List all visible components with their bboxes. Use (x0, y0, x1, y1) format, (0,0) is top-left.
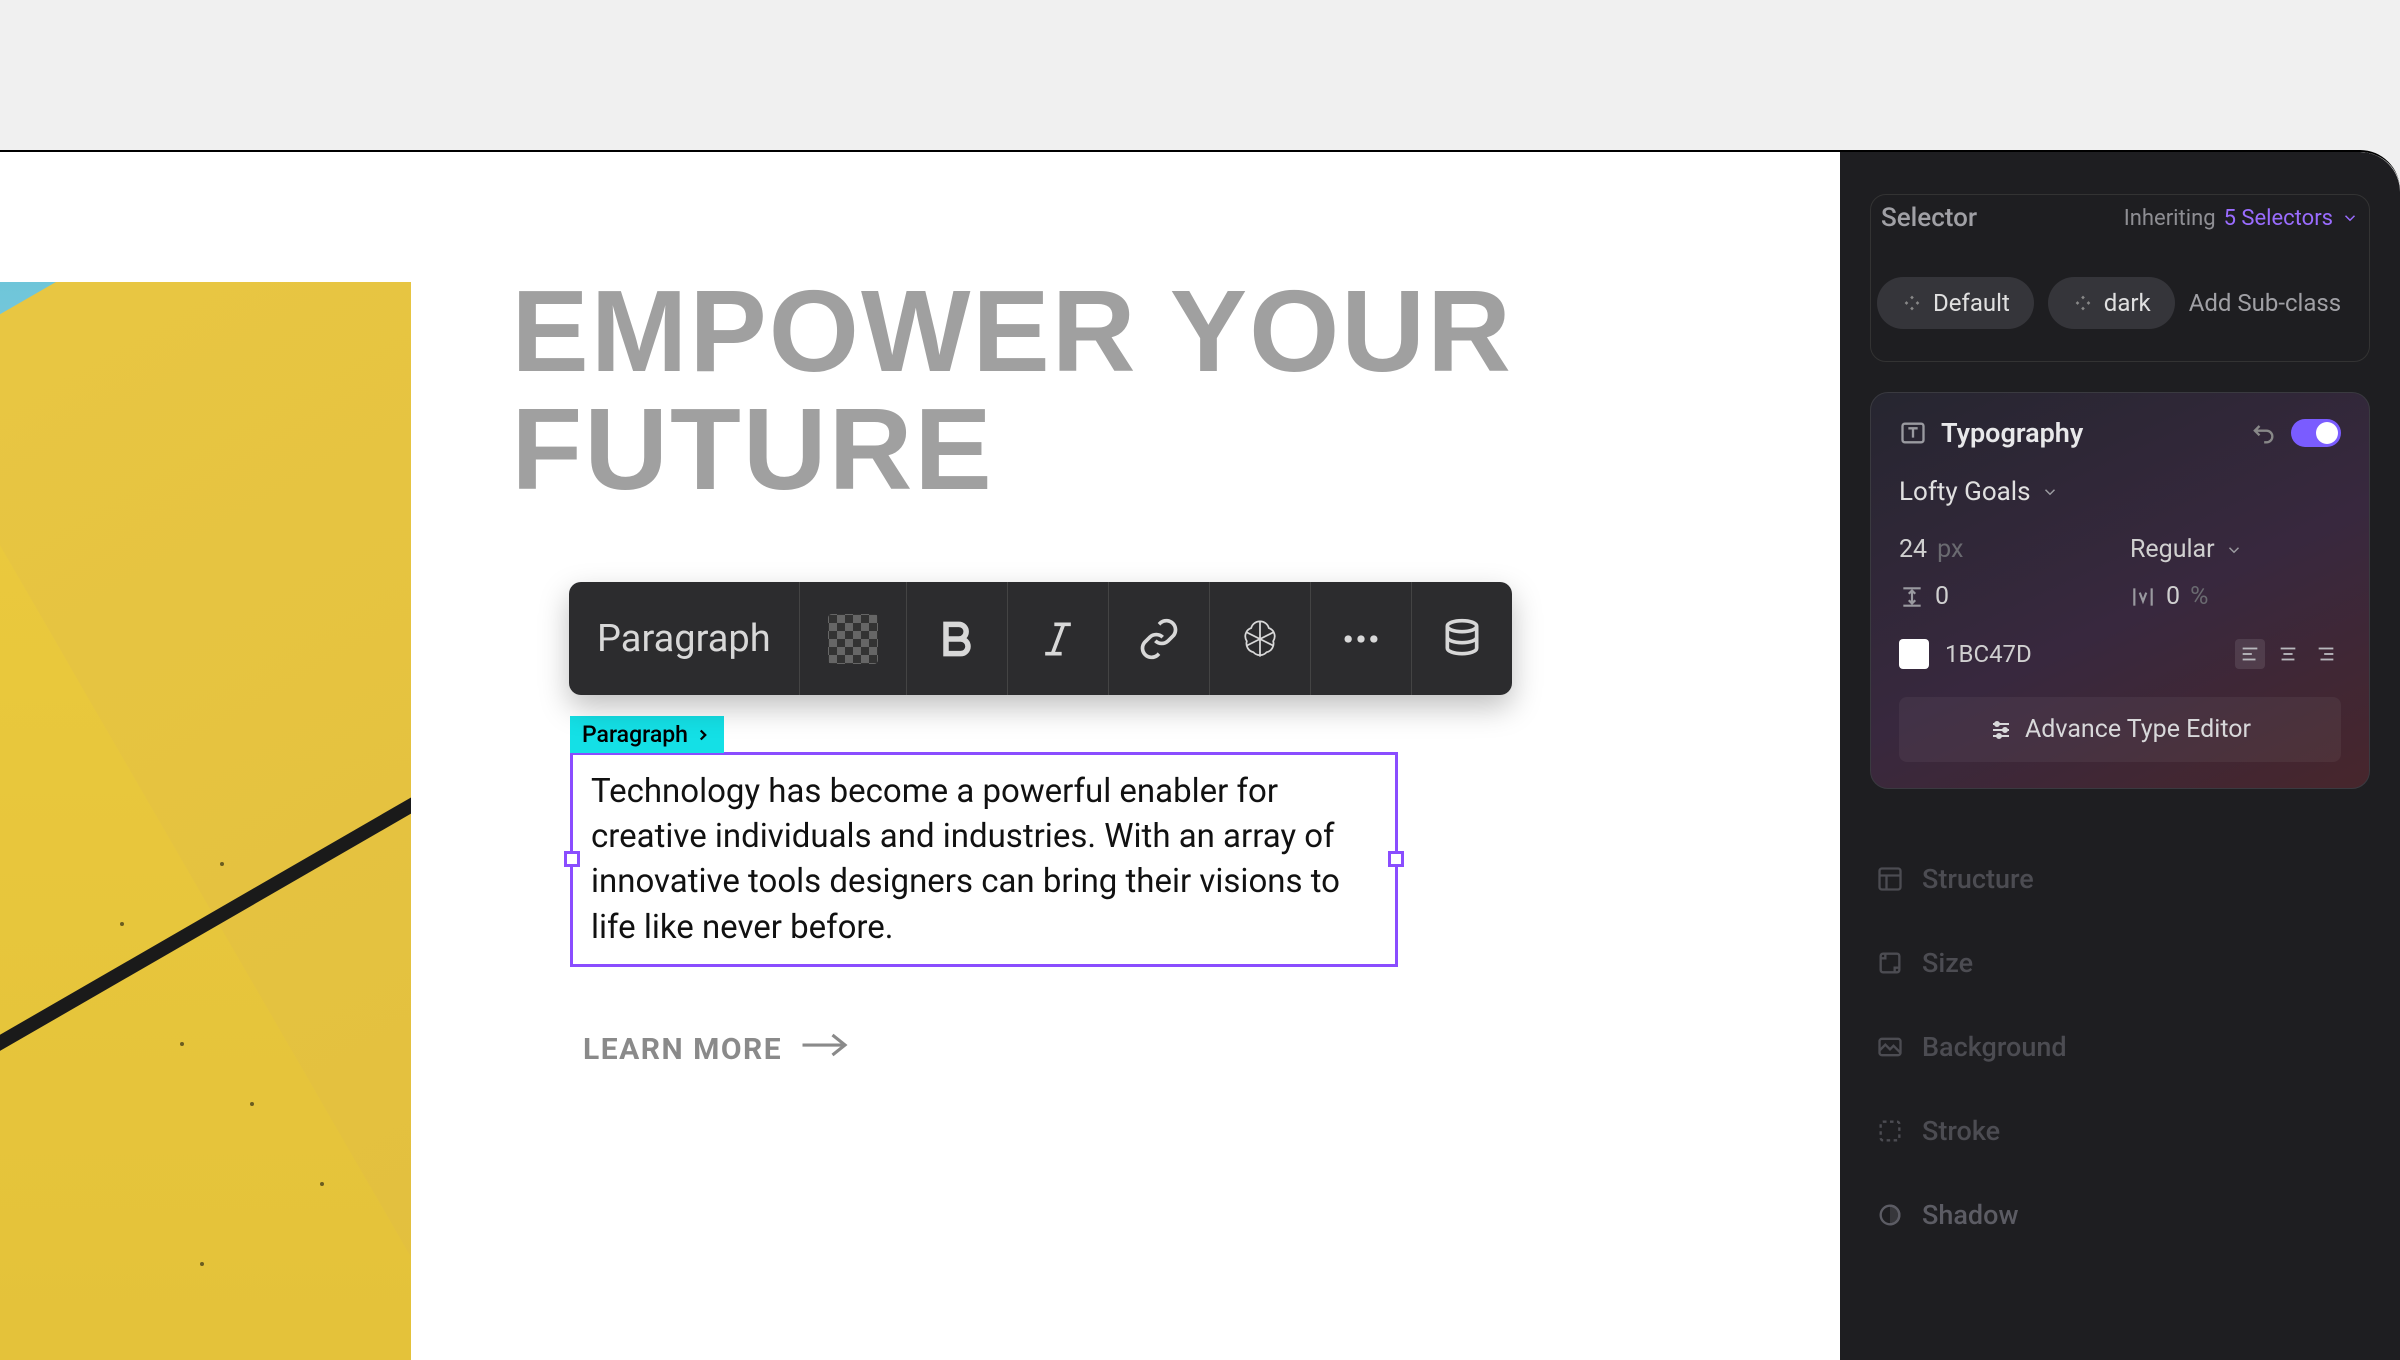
arrows-icon (2072, 292, 2094, 314)
toolbar-ai[interactable] (1210, 582, 1311, 695)
learn-more-label: LEARN MORE (583, 1032, 782, 1067)
arrows-icon (1901, 292, 1923, 314)
shadow-section[interactable]: Shadow (1870, 1173, 2370, 1257)
typography-toggle[interactable] (2291, 419, 2341, 447)
chevron-right-icon (694, 726, 712, 744)
toolbar-bold[interactable] (907, 582, 1008, 695)
toolbar-link[interactable] (1109, 582, 1210, 695)
typography-panel: Typography Lofty Goals 24 px Regular (1870, 392, 2370, 789)
background-icon (1876, 1033, 1904, 1061)
selector-chips: Default dark Add Sub-class (1877, 253, 2363, 361)
paragraph-text[interactable]: Technology has become a powerful enabler… (591, 769, 1377, 950)
selector-title: Selector (1881, 203, 1977, 233)
align-center-button[interactable] (2273, 639, 2303, 669)
color-hex[interactable]: 1BC47D (1945, 640, 2032, 668)
selector-panel: Selector Inheriting 5 Selectors Default (1870, 194, 2370, 362)
inheriting-indicator[interactable]: Inheriting 5 Selectors (2124, 206, 2359, 231)
learn-more-link[interactable]: LEARN MORE (583, 1030, 850, 1068)
text-edit-toolbar: Paragraph (569, 582, 1512, 695)
toolbar-more[interactable] (1311, 582, 1412, 695)
line-height-icon (1899, 584, 1925, 610)
structure-icon (1876, 865, 1904, 893)
toolbar-italic[interactable] (1008, 582, 1109, 695)
selector-chip-dark[interactable]: dark (2048, 277, 2175, 329)
arrow-right-icon (800, 1030, 850, 1068)
align-left-button[interactable] (2235, 639, 2265, 669)
letter-spacing-icon (2130, 584, 2156, 610)
selector-chip-default[interactable]: Default (1877, 277, 2034, 329)
color-swatch[interactable] (1899, 639, 1929, 669)
undo-icon[interactable] (2249, 419, 2277, 447)
resize-handle-right[interactable] (1388, 851, 1404, 867)
chevron-down-icon (2225, 541, 2243, 559)
inspector-sidebar: Selector Inheriting 5 Selectors Default (1840, 152, 2400, 1360)
ai-icon (1238, 617, 1282, 661)
toolbar-color[interactable] (800, 582, 907, 695)
stroke-icon (1876, 1117, 1904, 1145)
more-icon (1339, 617, 1383, 661)
selected-paragraph-element[interactable]: Paragraph Technology has become a powerf… (570, 752, 1398, 967)
italic-icon (1036, 617, 1080, 661)
selection-tag[interactable]: Paragraph (570, 716, 724, 753)
database-icon (1440, 617, 1484, 661)
color-checker-icon (828, 614, 878, 664)
background-section[interactable]: Background (1870, 1005, 2370, 1089)
typography-title: Typography (1941, 417, 2235, 449)
size-icon (1876, 949, 1904, 977)
chevron-down-icon (2341, 209, 2359, 227)
size-section[interactable]: Size (1870, 921, 2370, 1005)
font-family-select[interactable]: Lofty Goals (1899, 477, 2341, 507)
font-size-input[interactable]: 24 px (1899, 535, 2110, 564)
typography-icon (1899, 419, 1927, 447)
letter-spacing-input[interactable]: 0 % (2130, 582, 2341, 611)
stroke-section[interactable]: Stroke (1870, 1089, 2370, 1173)
toolbar-style-select[interactable]: Paragraph (569, 582, 800, 695)
font-weight-select[interactable]: Regular (2130, 535, 2341, 564)
chevron-down-icon (2041, 483, 2059, 501)
advance-type-editor-button[interactable]: Advance Type Editor (1899, 697, 2341, 762)
headline[interactable]: EMPOWER YOUR FUTURE (511, 272, 1840, 509)
design-canvas[interactable]: EMPOWER YOUR FUTURE Paragraph (0, 152, 1840, 1360)
add-subclass-button[interactable]: Add Sub-class (2189, 289, 2342, 317)
line-height-input[interactable]: 0 (1899, 582, 2110, 611)
selection-tag-text: Paragraph (582, 721, 688, 748)
app-frame: EMPOWER YOUR FUTURE Paragraph (0, 150, 2400, 1360)
resize-handle-left[interactable] (564, 851, 580, 867)
toolbar-data[interactable] (1412, 582, 1512, 695)
hero-image (0, 282, 411, 1360)
shadow-icon (1876, 1201, 1904, 1229)
align-right-button[interactable] (2311, 639, 2341, 669)
bold-icon (935, 617, 979, 661)
sliders-icon (1989, 718, 2013, 742)
link-icon (1137, 617, 1181, 661)
toolbar-style-label: Paragraph (597, 617, 771, 661)
structure-section[interactable]: Structure (1870, 837, 2370, 921)
